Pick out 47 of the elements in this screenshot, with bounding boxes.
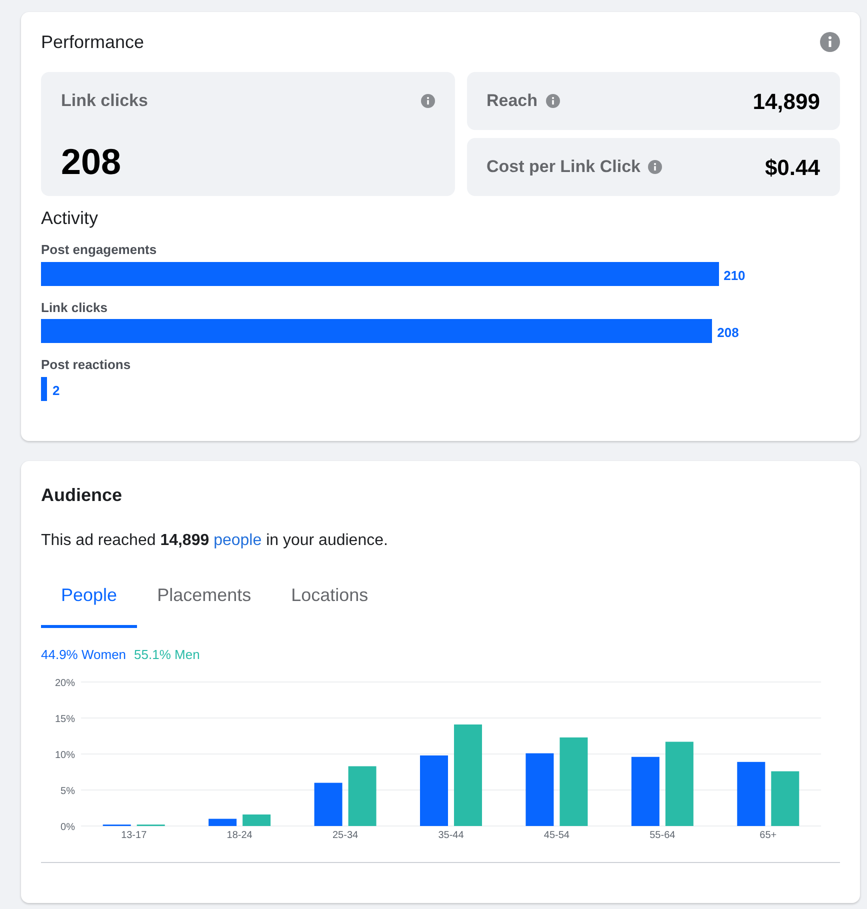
metric-label: Cost per Link Click — [486, 156, 640, 178]
axis-tick-label: 35-44 — [438, 830, 464, 841]
chart-bar — [737, 762, 766, 826]
info-icon — [546, 94, 560, 108]
chart-bar — [771, 771, 800, 826]
section-title: Performance — [41, 31, 144, 54]
activity-bar — [41, 376, 48, 400]
people-link[interactable]: people — [214, 532, 262, 548]
chart-bar — [420, 755, 448, 826]
info-icon — [820, 32, 840, 52]
axis-tick-label: 18-24 — [226, 830, 252, 841]
chart-bar — [348, 766, 376, 826]
axis-tick-label: 20% — [54, 678, 75, 689]
axis-tick-label: 45-54 — [544, 830, 570, 841]
activity-label: Post engagements — [41, 241, 158, 259]
activity-value: 2 — [52, 382, 60, 400]
audience-summary: This ad reached 14,899 people in your audience. — [41, 530, 389, 550]
activity-label: Link clicks — [41, 298, 108, 316]
tab[interactable]: Placements — [137, 564, 272, 628]
axis-tick-label: 0% — [60, 822, 75, 833]
section-title: Audience — [41, 484, 124, 506]
chart-bar — [208, 818, 237, 826]
chart-bar — [242, 814, 271, 826]
axis-tick-label: 10% — [54, 750, 75, 761]
tab[interactable]: People — [41, 564, 138, 628]
metric-value: 208 — [61, 144, 122, 180]
axis-tick-label: 13-17 — [121, 830, 147, 841]
metric-label: Link clicks — [61, 90, 148, 112]
metric-label: Reach — [486, 90, 538, 112]
axis-tick-label: 15% — [54, 714, 75, 725]
axis-tick-label: 55-64 — [650, 830, 676, 841]
axis-tick-label: 5% — [60, 786, 75, 797]
activity-label: Post reactions — [41, 356, 132, 374]
legend-label: 44.9% Women — [41, 646, 126, 664]
metric-value: $0.44 — [764, 154, 820, 182]
legend-label: 55.1% Men — [134, 646, 200, 664]
axis-tick-label: 25-34 — [332, 830, 358, 841]
chart-bar — [314, 782, 342, 826]
tab[interactable]: Locations — [271, 564, 388, 628]
metric-value: 14,899 — [752, 88, 820, 116]
activity-value: 208 — [717, 324, 739, 342]
chart-bar — [631, 756, 660, 826]
info-icon — [648, 160, 662, 174]
info-icon — [420, 94, 434, 108]
axis-tick-label: 65+ — [760, 830, 777, 841]
section-title: Activity — [41, 207, 100, 230]
activity-value: 210 — [724, 266, 746, 284]
